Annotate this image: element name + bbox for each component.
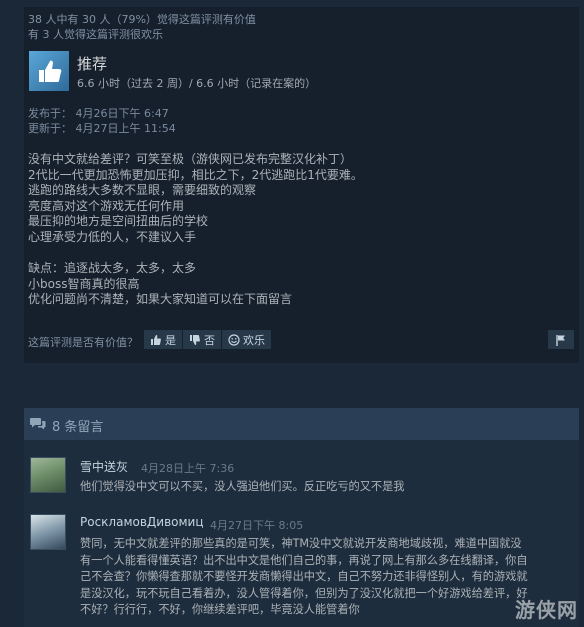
vote-yes-label: 是 — [165, 333, 176, 347]
comments-count: 8 条留言 — [52, 420, 104, 435]
vote-yes-button[interactable]: 是 — [144, 330, 182, 349]
updated-date: 更新于： 4月27日上午 11:54 — [28, 122, 176, 135]
helpful-question: 这篇评测是否有价值？ — [28, 336, 138, 349]
comment-author[interactable]: 雪中送灰 — [80, 458, 128, 475]
recommend-title: 推荐 — [77, 55, 108, 73]
speech-bubble-icon — [30, 418, 46, 430]
report-flag-button[interactable] — [548, 330, 574, 349]
review-line: 心理承受力低的人，不建议入手 — [28, 230, 197, 244]
comment-text: 不好？行行行，不好，你继续差评吧，毕竟没人能管着你 — [80, 603, 360, 616]
review-line: 最压抑的地方是空间扭曲后的学校 — [28, 214, 209, 228]
comment-date: 4月28日上午 7:36 — [141, 462, 235, 475]
vote-funny-label: 欢乐 — [243, 333, 265, 347]
comments-header[interactable]: 8 条留言 — [24, 408, 579, 440]
avatar[interactable] — [30, 514, 66, 550]
thumbs-up-icon — [151, 334, 161, 345]
comment-text: 己不会查？你懒得查那就不要怪开发商懒得出中文，自己不努力还非得怪别人，有的游戏就 — [80, 570, 528, 583]
helpful-count: 38 人中有 30 人（79%）觉得这篇评测有价值 — [28, 13, 256, 26]
comment-text: 赞同，无中文就差评的那些真的是可笑，神TM没中文就说开发商地域歧视，难道中国就没 — [80, 537, 522, 550]
review-line: 没有中文就给差评？可笑至极（游侠网已发布完整汉化补丁） — [28, 152, 353, 166]
review-line: 逃跑的路线大多数不显眼，需要细致的观察 — [28, 183, 257, 197]
avatar[interactable] — [30, 457, 66, 493]
thumbs-up-icon — [29, 51, 69, 91]
review-line: 缺点：追逐战太多，太多，太多 — [28, 261, 197, 275]
comment-text: 是没汉化，玩不玩自己看着办，没人管得着你，但别为了没汉化就把一个好游戏给差评，好 — [80, 587, 528, 600]
vote-no-label: 否 — [204, 333, 215, 347]
thumbs-down-icon — [190, 334, 200, 345]
vote-no-button[interactable]: 否 — [183, 330, 221, 349]
vote-funny-button[interactable]: 欢乐 — [222, 330, 271, 349]
playtime-hours: 6.6 小时（过去 2 周）/ 6.6 小时（记录在案的） — [77, 77, 317, 90]
comment-date: 4月27日下午 8:05 — [210, 519, 304, 532]
review-panel: 38 人中有 30 人（79%）觉得这篇评测有价值 有 3 人觉得这篇评测很欢乐… — [24, 7, 579, 363]
site-watermark: 游侠网 — [515, 598, 578, 622]
comment-text: 他们觉得没中文可以不买，没人强迫他们买。反正吃亏的又不是我 — [80, 480, 405, 493]
flag-icon — [556, 334, 565, 346]
funny-count: 有 3 人觉得这篇评测很欢乐 — [28, 28, 163, 41]
comment-text: 有一个人能看得懂英语？出不出中文是他们自己的事，再说了网上有那么多在线翻译，你自 — [80, 554, 528, 567]
posted-date: 发布于： 4月26日下午 6:47 — [28, 107, 169, 120]
review-line: 优化问题尚不清楚，如果大家知道可以在下面留言 — [28, 292, 293, 306]
comment-author[interactable]: РоскламовДивомиц — [80, 515, 204, 529]
comments-list: 雪中送灰 4月28日上午 7:36 他们觉得没中文可以不买，没人强迫他们买。反正… — [24, 440, 579, 627]
smiley-icon — [228, 333, 240, 346]
